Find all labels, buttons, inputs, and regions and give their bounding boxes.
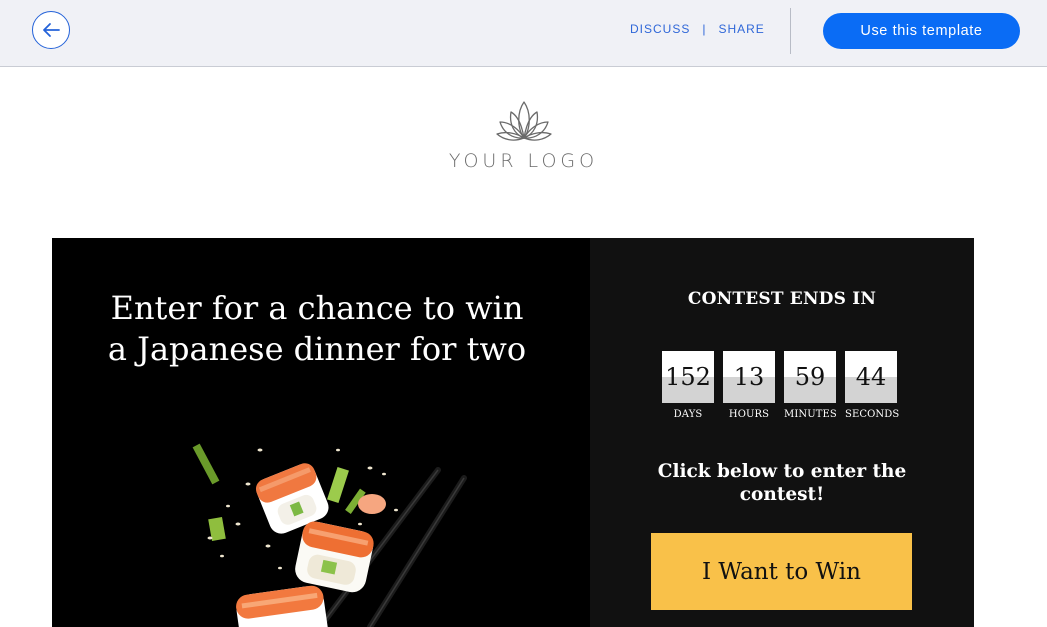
contest-panel: CONTEST ENDS IN 152 DAYS 13 HOURS 59 MIN… xyxy=(590,238,974,627)
contest-title: CONTEST ENDS IN xyxy=(687,289,877,309)
countdown-days-value: 152 xyxy=(665,363,711,391)
back-button[interactable] xyxy=(32,11,70,49)
top-links: DISCUSS | SHARE xyxy=(630,22,765,36)
i-want-to-win-button[interactable]: I Want to Win xyxy=(651,533,912,610)
share-link[interactable]: SHARE xyxy=(718,22,764,36)
use-template-button[interactable]: Use this template xyxy=(823,13,1020,49)
countdown-seconds-label: SECONDS xyxy=(845,409,900,420)
hero-panel: Enter for a chance to win a Japanese din… xyxy=(52,238,590,627)
vertical-divider xyxy=(790,8,791,54)
lotus-icon xyxy=(495,101,552,141)
countdown-days: 152 DAYS xyxy=(662,351,714,420)
logo-text: YOUR LOGO xyxy=(448,150,599,172)
countdown-minutes: 59 MINUTES xyxy=(784,351,837,420)
countdown-hours-value: 13 xyxy=(733,363,765,391)
countdown-hours-label: HOURS xyxy=(728,409,770,420)
countdown-seconds: 44 SECONDS xyxy=(845,351,900,420)
sushi-chopsticks-image xyxy=(192,443,467,627)
link-separator: | xyxy=(702,22,707,36)
logo: YOUR LOGO xyxy=(0,98,1047,172)
countdown-timer: 152 DAYS 13 HOURS 59 MINUTES 44 SECONDS xyxy=(662,351,900,420)
enter-prompt: Click below to enter the contest! xyxy=(657,461,907,505)
arrow-left-icon xyxy=(43,23,60,37)
countdown-minutes-value: 59 xyxy=(794,363,826,391)
countdown-seconds-value: 44 xyxy=(855,363,887,391)
countdown-minutes-label: MINUTES xyxy=(784,409,837,420)
countdown-hours: 13 HOURS xyxy=(723,351,775,420)
top-bar: DISCUSS | SHARE Use this template xyxy=(0,0,1047,67)
discuss-link[interactable]: DISCUSS xyxy=(630,22,690,36)
countdown-days-label: DAYS xyxy=(673,409,703,420)
